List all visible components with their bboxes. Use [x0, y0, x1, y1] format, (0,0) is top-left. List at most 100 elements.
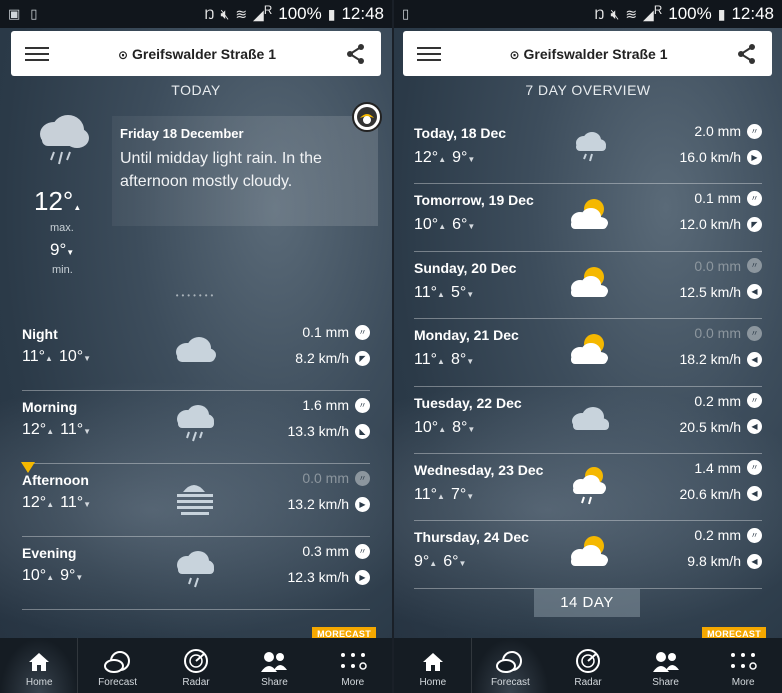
forecast-text: Until midday light rain. In the afternoo… — [120, 150, 322, 190]
mute-icon: 🔇︎ — [220, 5, 230, 22]
day-temps: 9°▲ 6°▼ — [414, 553, 467, 571]
min-label: min. — [52, 264, 73, 276]
menu-icon[interactable] — [417, 46, 441, 61]
signal-icon: ◢R — [253, 4, 273, 23]
nav-radar[interactable]: Radar — [549, 638, 627, 693]
battery-icon: ▮ — [327, 5, 336, 22]
raindrop-icon: 〃 — [355, 543, 370, 559]
sim-icon: ▯ — [402, 6, 410, 21]
nav-home[interactable]: Home — [0, 638, 79, 693]
period-row[interactable]: Morning 12°▲ 11°▼ 1.6 mm 〃 13.3 km/h ◣ — [22, 391, 370, 464]
period-temps: 10°▲ 9°▼ — [22, 567, 84, 584]
day-row[interactable]: Monday, 21 Dec 11°▲ 8°▼ 0.0 mm 〃 18.2 km/h… — [414, 319, 762, 387]
day-name: Tuesday, 22 Dec — [414, 394, 522, 411]
period-name: Morning — [22, 399, 78, 415]
period-row[interactable]: Night 11°▲ 10°▼ 0.1 mm 〃 8.2 km/h ◤ — [22, 318, 370, 391]
fourteen-day-button[interactable]: 14 DAY — [534, 588, 640, 617]
precipitation: 0.1 mm 〃 — [694, 190, 762, 206]
day-name: Tomorrow, 19 Dec — [414, 192, 534, 209]
period-row[interactable]: Evening 10°▲ 9°▼ 0.3 mm 〃 12.3 km/h ▶ — [22, 537, 370, 610]
day-row[interactable]: Sunday, 20 Dec 11°▲ 5°▼ 0.0 mm 〃 12.5 km/h… — [414, 252, 762, 320]
nav-share[interactable]: Share — [235, 638, 313, 693]
nfc-icon: Ŋ — [594, 6, 605, 22]
wind-direction-icon: ◀ — [747, 419, 762, 435]
day-temps: 11°▲ 8°▼ — [414, 351, 475, 369]
day-row[interactable]: Thursday, 24 Dec 9°▲ 6°▼ 0.2 mm 〃 9.8 km/h… — [414, 521, 762, 589]
day-temps: 12°▲ 9°▼ — [414, 149, 476, 166]
period-name: Afternoon — [22, 472, 89, 488]
share-icon[interactable] — [345, 43, 367, 65]
location-title[interactable]: ⊙ Greifswalder Straße 1 — [441, 46, 736, 62]
radar-icon — [575, 649, 600, 673]
day-list: Today, 18 Dec 12°▲ 9°▼ 2.0 mm 〃 16.0 km/h ▶… — [414, 117, 762, 589]
precipitation: 0.1 mm 〃 — [302, 324, 370, 340]
location-bar: ⊙ Greifswalder Straße 1 — [11, 31, 381, 76]
people-icon — [652, 652, 679, 672]
menu-icon[interactable] — [25, 46, 49, 61]
day-row[interactable]: Today, 18 Dec 12°▲ 9°▼ 2.0 mm 〃 16.0 km/h ▶ — [414, 117, 762, 185]
wind-speed: 13.2 km/h ▶ — [288, 496, 370, 512]
section-title: 7 DAY OVERVIEW — [525, 82, 651, 98]
precipitation: 0.0 mm 〃 — [302, 470, 370, 486]
raindrop-icon: 〃 — [355, 470, 370, 486]
nav-radar[interactable]: Radar — [157, 638, 235, 693]
battery-percent: 100% — [668, 4, 712, 23]
wind-direction-icon: ◀ — [747, 351, 762, 367]
sun-cloud-icon — [571, 334, 608, 365]
max-label: max. — [50, 222, 74, 234]
day-temps: 11°▲ 7°▼ — [414, 485, 475, 503]
radar-icon — [184, 649, 209, 673]
wind-speed: 20.6 km/h ◀ — [680, 486, 762, 502]
period-temps: 12°▲ 11°▼ — [22, 421, 92, 438]
nav-forecast[interactable]: Forecast — [78, 638, 156, 693]
nav-home[interactable]: Home — [394, 638, 472, 693]
fog-icon — [177, 485, 213, 515]
sun-cloud-icon — [571, 536, 608, 567]
today-summary-card[interactable]: 12°▲ max. 9°▼ min. Friday 18 December Un… — [22, 102, 382, 282]
max-temperature: 12°▲ — [34, 186, 82, 216]
cloud-icon — [176, 337, 216, 362]
wind-direction-icon: ◤ — [747, 216, 762, 232]
share-icon[interactable] — [736, 43, 758, 65]
forecast-description: Friday 18 December Until midday light ra… — [112, 116, 378, 226]
more-dots-icon — [340, 653, 367, 670]
nav-share[interactable]: Share — [627, 638, 705, 693]
meteorologist-avatar-icon[interactable] — [352, 102, 382, 132]
wind-speed: 18.2 km/h ◀ — [680, 351, 762, 367]
day-temps: 10°▲ 6°▼ — [414, 216, 476, 234]
rain-cloud-icon — [177, 405, 214, 442]
precipitation: 1.6 mm 〃 — [302, 397, 370, 413]
location-title[interactable]: ⊙ Greifswalder Straße 1 — [49, 46, 345, 62]
sim-icon: ▯ — [30, 6, 38, 21]
nav-more[interactable]: More — [314, 638, 392, 693]
nav-more[interactable]: More — [704, 638, 782, 693]
day-row[interactable]: Tuesday, 22 Dec 10°▲ 8°▼ 0.2 mm 〃 20.5 km/… — [414, 387, 762, 454]
day-row[interactable]: Wednesday, 23 Dec 11°▲ 7°▼ 1.4 mm 〃 20.6 k… — [414, 454, 762, 522]
wind-direction-icon: ▶ — [747, 149, 762, 165]
period-temps: 12°▲ 11°▼ — [22, 494, 92, 511]
more-dots-icon — [731, 653, 757, 670]
wind-speed: 12.0 km/h ◤ — [680, 216, 762, 232]
raindrop-icon: 〃 — [747, 527, 762, 543]
location-bar: ⊙ Greifswalder Straße 1 — [403, 31, 772, 76]
period-row[interactable]: Afternoon 12°▲ 11°▼ 0.0 mm 〃 13.2 km/h ▶ — [21, 462, 370, 537]
day-row[interactable]: Tomorrow, 19 Dec 10°▲ 6°▼ 0.1 mm 〃 12.0 km… — [414, 184, 762, 252]
wind-direction-icon: ▶ — [355, 496, 370, 512]
nav-forecast[interactable]: Forecast — [471, 638, 550, 693]
mute-icon: 🔇︎ — [610, 5, 620, 22]
wind-speed: 9.8 km/h ◀ — [687, 553, 762, 569]
sun-cloud-icon — [571, 199, 608, 230]
day-name: Today, 18 Dec — [414, 125, 507, 141]
wifi-icon: ≋ — [235, 5, 248, 22]
raindrop-icon: 〃 — [747, 190, 762, 206]
period-temps: 11°▲ 10°▼ — [22, 348, 92, 365]
period-name: Night — [22, 326, 58, 342]
day-name: Monday, 21 Dec — [414, 327, 519, 344]
status-bar: ▯ Ŋ 🔇︎ ≋ ◢R 100% ▮ 12:48 — [394, 0, 782, 28]
wind-speed: 16.0 km/h ▶ — [680, 149, 762, 165]
day-name: Thursday, 24 Dec — [414, 529, 529, 546]
people-icon — [261, 652, 288, 672]
clock: 12:48 — [341, 4, 384, 23]
today-screen: ▣ ▯ Ŋ 🔇︎ ≋ ◢R 100% ▮ 12:48 ⊙ Greifswalder … — [0, 0, 392, 693]
wind-speed: 12.3 km/h ▶ — [288, 569, 370, 585]
